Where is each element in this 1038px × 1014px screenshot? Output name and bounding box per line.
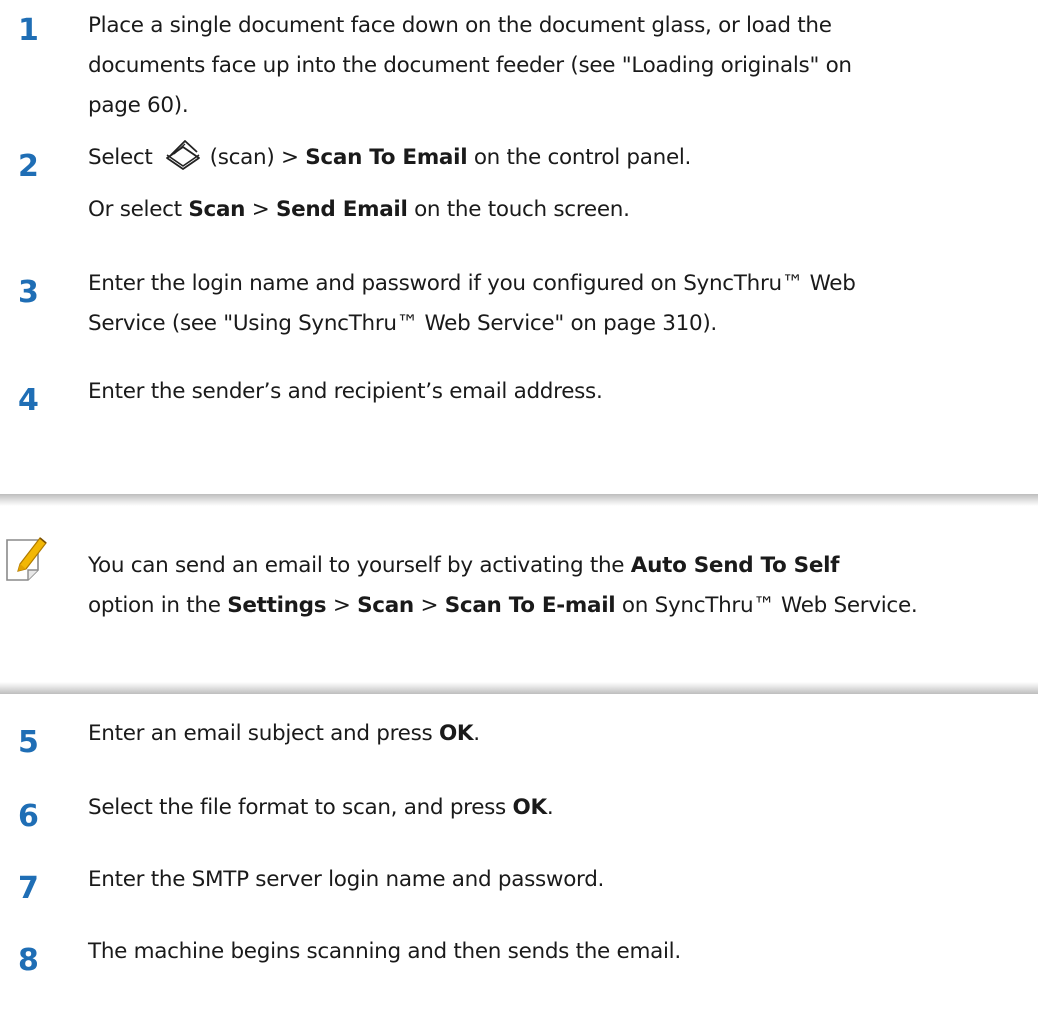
- step-text: The machine begins scanning and then sen…: [88, 932, 1028, 972]
- note-pencil-icon: [6, 537, 47, 581]
- step-text: Enter an email subject and press OK.: [88, 714, 1028, 754]
- step-line: Enter an email subject and press OK.: [88, 721, 480, 746]
- note-box: You can send an email to yourself by act…: [0, 494, 1038, 694]
- note-text: You can send an email to yourself by act…: [88, 546, 1033, 626]
- note-line: option in the Settings > Scan > Scan To …: [88, 593, 918, 618]
- step-line: Enter the login name and password if you…: [88, 271, 856, 296]
- note-top-divider: [0, 494, 1038, 506]
- step-line: Place a single document face down on the…: [88, 13, 832, 38]
- scan-glass-icon: [166, 140, 200, 170]
- note-line: You can send an email to yourself by act…: [88, 553, 840, 578]
- step-text: Select the file format to scan, and pres…: [88, 788, 1028, 828]
- step-number: 4: [18, 383, 39, 418]
- step-number: 2: [18, 149, 39, 184]
- step-line: Select (scan) > Scan To Email on the con…: [88, 138, 1028, 178]
- step-text: Enter the sender’s and recipient’s email…: [88, 372, 1028, 412]
- step-line: Service (see "Using SyncThru™ Web Servic…: [88, 311, 717, 336]
- step-line: documents face up into the document feed…: [88, 53, 852, 78]
- step-line: Enter the SMTP server login name and pas…: [88, 867, 605, 892]
- step-line: page 60).: [88, 93, 189, 118]
- step-number: 1: [18, 13, 39, 48]
- step-line: Select the file format to scan, and pres…: [88, 795, 554, 820]
- step-line: Enter the sender’s and recipient’s email…: [88, 379, 603, 404]
- step-text: Enter the login name and password if you…: [88, 264, 1028, 344]
- step-line: The machine begins scanning and then sen…: [88, 939, 681, 964]
- step-line: Or select Scan > Send Email on the touch…: [88, 197, 630, 222]
- note-bottom-divider: [0, 682, 1038, 694]
- step-text: Place a single document face down on the…: [88, 6, 1028, 126]
- step-text: Enter the SMTP server login name and pas…: [88, 860, 1028, 900]
- step-number: 7: [18, 871, 39, 906]
- step-number: 3: [18, 275, 39, 310]
- step-text: Select (scan) > Scan To Email on the con…: [88, 138, 1028, 230]
- step-number: 5: [18, 725, 39, 760]
- step-number: 6: [18, 799, 39, 834]
- step-number: 8: [18, 943, 39, 978]
